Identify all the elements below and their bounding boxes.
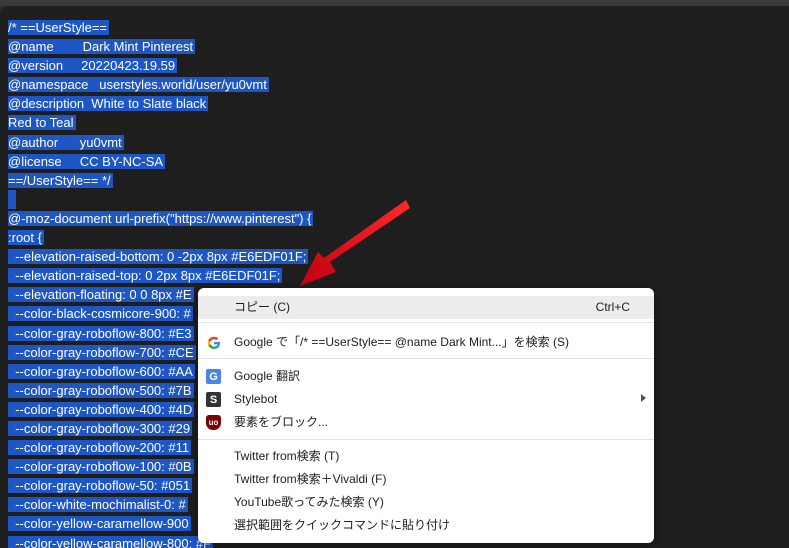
menu-item-copy[interactable]: コピー (C) Ctrl+C (198, 296, 654, 319)
menu-item-youtube-search[interactable]: YouTube歌ってみた検索 (Y) (198, 491, 654, 514)
stylebot-icon: S (206, 392, 221, 407)
selected-code-text: /* ==UserStyle== (8, 20, 109, 35)
context-menu: コピー (C) Ctrl+C Google で「/* ==UserStyle==… (198, 288, 654, 543)
selected-code-text: @description White to Slate black (8, 96, 209, 112)
menu-item-twitter-search-label: Twitter from検索 (T) (234, 449, 340, 463)
selected-code-text: --color-gray-roboflow-400: #4D (8, 401, 195, 417)
code-line[interactable]: @license CC BY-NC-SA (8, 152, 313, 171)
code-line[interactable]: @namespace userstyles.world/user/yu0vmt (8, 75, 313, 94)
red-arrow-annotation (300, 200, 410, 286)
ublock-icon: uo (206, 415, 221, 430)
selected-code-text: --color-gray-roboflow-50: #051 (8, 478, 193, 494)
selected-code-text: --elevation-raised-top: 0 2px 8px #E6EDF… (8, 268, 283, 284)
selected-code-text: --color-gray-roboflow-200: #11 (8, 440, 192, 456)
code-line[interactable]: ==/UserStyle== */ (8, 171, 313, 190)
selected-empty-line (8, 189, 16, 209)
code-line[interactable]: /* ==UserStyle== (8, 18, 313, 37)
menu-item-stylebot-label: Stylebot (234, 392, 278, 406)
menu-separator (198, 322, 654, 323)
selected-code-text: --color-gray-roboflow-300: #29 (8, 420, 193, 436)
menu-item-google-translate-label: Google 翻訳 (234, 369, 301, 383)
selected-code-text: @namespace userstyles.world/user/yu0vmt (8, 77, 269, 93)
menu-item-search-google[interactable]: Google で「/* ==UserStyle== @name Dark Min… (198, 331, 654, 354)
selected-code-text: --color-black-cosmicore-900: # (8, 306, 193, 322)
selected-code-text: @license CC BY-NC-SA (8, 153, 166, 169)
menu-separator (198, 439, 654, 440)
selected-code-text: --color-gray-roboflow-800: #E3 (8, 325, 194, 341)
selected-code-text: --elevation-floating: 0 0 8px #E (8, 287, 194, 303)
menu-item-twitter-vivaldi-label: Twitter from検索＋Vivaldi (F) (234, 472, 387, 486)
selected-code-text: @version 20220423.19.59 (8, 58, 178, 74)
selected-code-text: :root { (8, 230, 44, 246)
selected-code-text: @author yu0vmt (8, 134, 124, 150)
selected-code-text: --color-gray-roboflow-100: #0B (8, 459, 194, 475)
code-line[interactable]: Red to Teal (8, 113, 313, 132)
menu-item-twitter-search[interactable]: Twitter from検索 (T) (198, 445, 654, 468)
google-translate-icon: G (206, 369, 221, 384)
code-line[interactable]: @name Dark Mint Pinterest (8, 37, 313, 56)
selected-code-text: ==/UserStyle== */ (8, 172, 113, 188)
browser-frame: /* ==UserStyle== @name Dark Mint Pinteres… (0, 0, 789, 548)
menu-item-quick-command-label: 選択範囲をクイックコマンドに貼り付け (234, 518, 451, 532)
selected-code-text: Red to Teal (8, 115, 76, 131)
code-line[interactable]: @author yu0vmt (8, 133, 313, 152)
menu-item-twitter-vivaldi[interactable]: Twitter from検索＋Vivaldi (F) (198, 468, 654, 491)
submenu-arrow-icon (641, 394, 646, 402)
menu-item-stylebot[interactable]: S Stylebot (198, 388, 654, 411)
selected-code-text: --color-gray-roboflow-600: #AA (8, 363, 195, 379)
selected-code-text: --color-white-mochimalist-0: # (8, 497, 188, 513)
google-icon (206, 335, 221, 350)
code-line[interactable]: @version 20220423.19.59 (8, 56, 313, 75)
menu-item-block-element-label: 要素をブロック... (234, 415, 329, 429)
menu-item-block-element[interactable]: uo 要素をブロック... (198, 411, 654, 434)
selected-code-text: --color-gray-roboflow-700: #CE (8, 344, 196, 360)
menu-item-copy-shortcut: Ctrl+C (595, 300, 630, 314)
arrow-shape (300, 200, 410, 286)
menu-item-search-google-label: Google で「/* ==UserStyle== @name Dark Min… (234, 335, 569, 349)
menu-item-youtube-search-label: YouTube歌ってみた検索 (Y) (234, 495, 384, 509)
code-line[interactable]: @description White to Slate black (8, 94, 313, 113)
menu-item-google-translate[interactable]: G Google 翻訳 (198, 365, 654, 388)
selected-code-text: --color-yellow-caramellow-800: #F (8, 535, 213, 548)
menu-item-copy-label: コピー (C) (234, 300, 290, 314)
menu-separator (198, 358, 654, 359)
selected-code-text: @name Dark Mint Pinterest (8, 39, 196, 55)
selected-code-text: --color-yellow-caramellow-900 (8, 516, 191, 532)
menu-item-quick-command[interactable]: 選択範囲をクイックコマンドに貼り付け (198, 514, 654, 537)
selected-code-text: --color-gray-roboflow-500: #7B (8, 382, 194, 398)
